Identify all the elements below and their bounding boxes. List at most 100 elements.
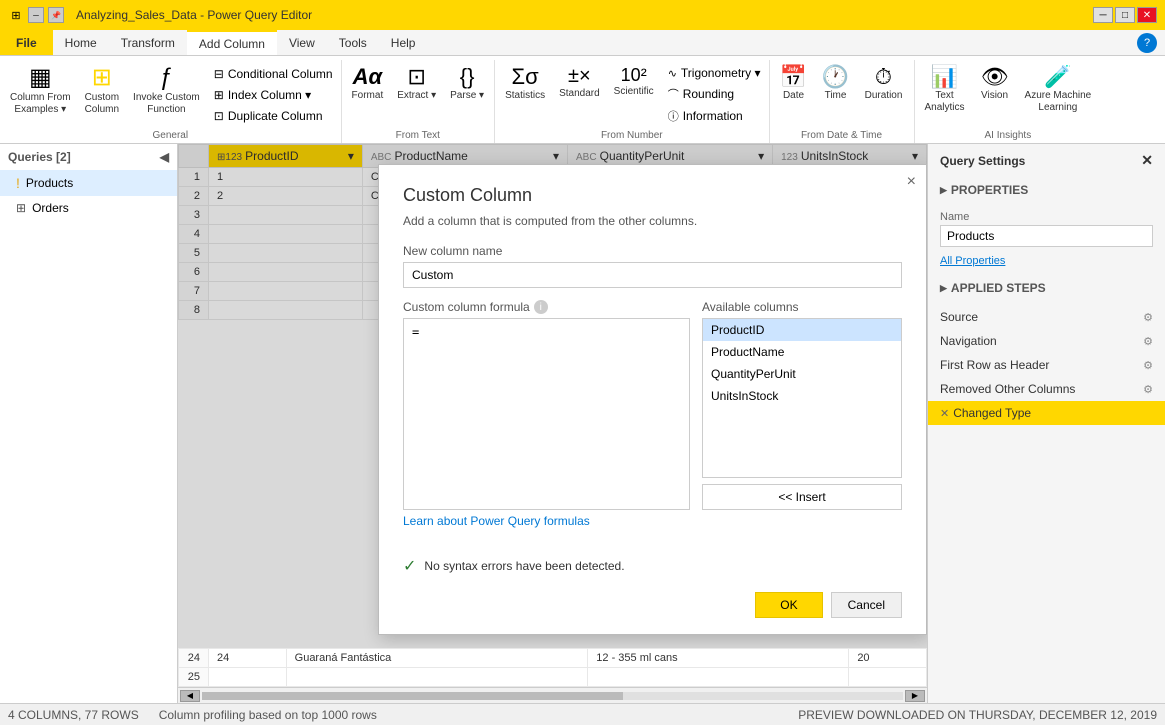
- minimize-button[interactable]: ─: [1093, 7, 1113, 23]
- statistics-button[interactable]: Σσ Statistics: [499, 62, 551, 128]
- col-list-item-productid[interactable]: ProductID: [703, 319, 901, 341]
- menu-view[interactable]: View: [277, 30, 327, 55]
- ribbon: ▦ Column FromExamples ▾ ⊞ CustomColumn ƒ…: [0, 56, 1165, 144]
- all-properties-link[interactable]: All Properties: [928, 255, 1165, 275]
- col-examples-icon: ▦: [29, 66, 52, 90]
- menu-file[interactable]: File: [0, 30, 53, 55]
- step-gear-icon[interactable]: ⚙: [1143, 383, 1153, 396]
- dialog-two-col: Custom column formula i = Available colu…: [403, 300, 902, 510]
- formula-input[interactable]: =: [403, 318, 690, 510]
- close-panel-icon[interactable]: ✕: [1141, 152, 1153, 169]
- duplicate-column-button[interactable]: ⊡ Duplicate Column: [210, 107, 337, 125]
- help-icon[interactable]: ?: [1137, 33, 1157, 53]
- step-changed-type[interactable]: ✕ Changed Type: [928, 401, 1165, 425]
- maximize-button[interactable]: □: [1115, 7, 1135, 23]
- column-from-examples-button[interactable]: ▦ Column FromExamples ▾: [4, 62, 77, 128]
- information-button[interactable]: ⓘ Information: [664, 106, 765, 126]
- extract-button[interactable]: ⊡ Extract ▾: [391, 62, 442, 128]
- menu-tools[interactable]: Tools: [327, 30, 379, 55]
- dialog-title: Custom Column: [379, 165, 926, 214]
- columns-list: ProductID ProductName QuantityPerUnit Un…: [702, 318, 902, 478]
- step-gear-icon[interactable]: ⚙: [1143, 335, 1153, 348]
- azure-ml-icon: 🧪: [1044, 66, 1071, 88]
- query-item-orders[interactable]: ⊞ Orders: [0, 196, 177, 220]
- name-input[interactable]: [940, 225, 1153, 247]
- menu-help[interactable]: Help: [379, 30, 428, 55]
- horizontal-scrollbar[interactable]: ◀ ▶: [178, 687, 927, 703]
- parse-label: Parse ▾: [450, 90, 484, 102]
- duration-label: Duration: [865, 90, 903, 102]
- standard-label: Standard: [559, 88, 600, 100]
- step-gear-icon[interactable]: ⚙: [1143, 311, 1153, 324]
- formula-info-icon[interactable]: i: [534, 300, 548, 314]
- ok-button[interactable]: OK: [755, 592, 822, 618]
- query-item-products[interactable]: ! Products: [0, 170, 177, 196]
- close-button[interactable]: ✕: [1137, 7, 1157, 23]
- col-list-item-unitsinstock[interactable]: UnitsInStock: [703, 385, 901, 407]
- standard-icon: ±×: [568, 66, 591, 86]
- rounding-label: Rounding: [683, 87, 734, 101]
- collapse-icon[interactable]: ◀: [160, 150, 169, 164]
- trig-label: Trigonometry ▾: [681, 66, 761, 80]
- name-label: Name: [940, 211, 1153, 223]
- rounding-button[interactable]: ⌒ Rounding: [664, 84, 765, 104]
- duration-button[interactable]: ⏱ Duration: [858, 62, 910, 128]
- trigonometry-button[interactable]: ∿ Trigonometry ▾: [664, 64, 765, 82]
- profiling-info: Column profiling based on top 1000 rows: [159, 708, 377, 722]
- step-removed-cols[interactable]: Removed Other Columns ⚙: [928, 377, 1165, 401]
- titlebar-app-icons: ⊞ ─ 📌: [8, 7, 64, 23]
- query-settings-header: Query Settings ✕: [928, 144, 1165, 177]
- format-button[interactable]: Aα Format: [346, 62, 390, 128]
- cancel-button[interactable]: Cancel: [831, 592, 902, 618]
- titlebar-controls: ─ □ ✕: [1093, 7, 1157, 23]
- statistics-icon: Σσ: [511, 66, 538, 88]
- time-button[interactable]: 🕐 Time: [816, 62, 856, 128]
- statistics-label: Statistics: [505, 90, 545, 102]
- step-navigation[interactable]: Navigation ⚙: [928, 329, 1165, 353]
- time-icon: 🕐: [822, 66, 849, 88]
- format-label: Format: [352, 90, 384, 102]
- date-button[interactable]: 📅 Date: [774, 62, 814, 128]
- azure-ml-label: Azure MachineLearning: [1025, 90, 1092, 114]
- text-analytics-label: TextAnalytics: [925, 90, 965, 114]
- standard-button[interactable]: ±× Standard: [553, 62, 606, 128]
- step-navigation-label: Navigation: [940, 334, 997, 348]
- scroll-thumb[interactable]: [202, 692, 623, 700]
- extract-icon: ⊡: [407, 66, 425, 88]
- menu-home[interactable]: Home: [53, 30, 109, 55]
- conditional-column-button[interactable]: ⊟ Conditional Column: [210, 65, 337, 83]
- columns-rows-info: 4 COLUMNS, 77 ROWS: [8, 708, 139, 722]
- col-list-item-productname[interactable]: ProductName: [703, 341, 901, 363]
- invoke-function-button[interactable]: ƒ Invoke CustomFunction: [127, 62, 206, 128]
- step-close-icon[interactable]: ✕: [940, 407, 949, 420]
- preview-date: PREVIEW DOWNLOADED ON THURSDAY, DECEMBER…: [798, 708, 1157, 722]
- parse-button[interactable]: {} Parse ▾: [444, 62, 490, 128]
- index-column-button[interactable]: ⊞ Index Column ▾: [210, 86, 337, 104]
- col-list-item-quantityperunit[interactable]: QuantityPerUnit: [703, 363, 901, 385]
- azure-ml-button[interactable]: 🧪 Azure MachineLearning: [1019, 62, 1098, 128]
- orders-label: Orders: [32, 201, 69, 215]
- scroll-right-button[interactable]: ▶: [905, 690, 925, 702]
- step-source[interactable]: Source ⚙: [928, 305, 1165, 329]
- text-analytics-button[interactable]: 📊 TextAnalytics: [919, 62, 971, 128]
- dialog-close-button[interactable]: ×: [907, 173, 916, 191]
- step-gear-icon[interactable]: ⚙: [1143, 359, 1153, 372]
- learn-link[interactable]: Learn about Power Query formulas: [403, 510, 902, 532]
- applied-steps-list: Source ⚙ Navigation ⚙ First Row as Heade…: [928, 301, 1165, 429]
- vision-button[interactable]: 👁 Vision: [973, 62, 1017, 128]
- queries-count-label: Queries [2]: [8, 150, 71, 164]
- min-icon: ─: [28, 7, 44, 23]
- ribbon-group-general: ▦ Column FromExamples ▾ ⊞ CustomColumn ƒ…: [0, 60, 342, 143]
- ribbon-group-from-text: Aα Format ⊡ Extract ▾ {} Parse ▾ From Te…: [342, 60, 496, 143]
- insert-button[interactable]: << Insert: [702, 484, 902, 510]
- custom-column-button[interactable]: ⊞ CustomColumn: [79, 62, 125, 128]
- menu-transform[interactable]: Transform: [109, 30, 187, 55]
- scientific-button[interactable]: 10² Scientific: [608, 62, 660, 128]
- step-first-row[interactable]: First Row as Header ⚙: [928, 353, 1165, 377]
- step-source-label: Source: [940, 310, 978, 324]
- new-column-name-input[interactable]: [403, 262, 902, 288]
- scroll-left-button[interactable]: ◀: [180, 690, 200, 702]
- titlebar-title: Analyzing_Sales_Data - Power Query Edito…: [76, 8, 312, 22]
- titlebar: ⊞ ─ 📌 Analyzing_Sales_Data - Power Query…: [0, 0, 1165, 30]
- menu-add-column[interactable]: Add Column: [187, 30, 277, 55]
